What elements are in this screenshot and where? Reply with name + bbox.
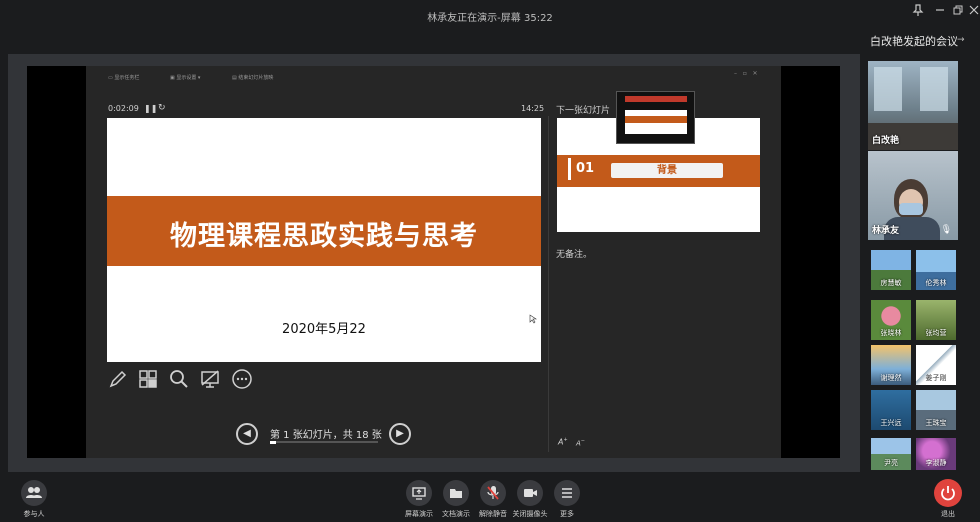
previous-slide-button[interactable]: ◀: [236, 423, 258, 445]
meeting-title: 白改艳发起的会议: [870, 35, 958, 48]
video-tile-baigaiyan[interactable]: 白改艳: [868, 61, 958, 150]
participant-tile[interactable]: 伦秀林: [916, 250, 956, 290]
end-slideshow-menu[interactable]: ▤ 结束幻灯片放映: [232, 74, 273, 81]
pen-tool-icon[interactable]: [107, 368, 129, 390]
thumbnail-header: [625, 96, 687, 102]
elapsed-timer: 0:02:09: [108, 104, 139, 113]
black-screen-icon[interactable]: [199, 368, 221, 390]
participants-button[interactable]: [21, 480, 47, 506]
increase-text-size-button[interactable]: A+: [558, 437, 568, 447]
see-all-slides-icon[interactable]: [137, 368, 159, 390]
more-icon: [562, 488, 572, 498]
folder-icon: [450, 489, 462, 498]
people-icon: [26, 487, 42, 498]
exit-button[interactable]: [934, 479, 962, 507]
thumbnail-band: [625, 116, 687, 123]
more-options-icon[interactable]: [231, 368, 253, 390]
mouse-cursor-icon: [529, 309, 537, 328]
next-slide-button[interactable]: ▶: [389, 423, 411, 445]
restore-icon[interactable]: [950, 4, 966, 20]
screen-share-icon: [412, 487, 426, 500]
mic-icon: 🎙: [940, 225, 952, 235]
slide-progress-fill: [270, 441, 276, 444]
more-button[interactable]: [554, 480, 580, 506]
participant-tile[interactable]: 王兴远: [871, 390, 911, 430]
next-slide-label: 下一张幻灯片: [556, 106, 611, 116]
presenter-window-controls[interactable]: – ▫ ✕: [734, 70, 758, 77]
slide-progress-track: [270, 441, 378, 443]
next-slide-number: 01: [576, 161, 595, 176]
camera-button[interactable]: [517, 480, 543, 506]
pin-icon[interactable]: [910, 4, 926, 20]
display-settings-menu[interactable]: ▣ 显示设置 ▾: [170, 74, 200, 81]
document-share-button[interactable]: [443, 480, 469, 506]
clock: 14:25: [521, 104, 545, 113]
slide-date: 2020年5月22: [282, 322, 366, 337]
window-backdrop: [874, 67, 902, 111]
unmute-button[interactable]: [480, 480, 506, 506]
mic-muted-icon: [487, 486, 499, 500]
video-tile-linchengyou[interactable]: 林承友 🎙: [868, 151, 958, 240]
participant-tile[interactable]: 尹亮: [871, 438, 911, 470]
participant-tile[interactable]: 姜子刚: [916, 345, 956, 385]
exit-label: 退出: [941, 510, 955, 518]
participant-tile[interactable]: 李淑静: [916, 438, 956, 470]
slide-counter: 第 1 张幻灯片，共 18 张: [270, 430, 382, 441]
close-icon[interactable]: [966, 4, 980, 20]
next-slide-heading: 背景: [611, 163, 723, 178]
window-backdrop: [920, 67, 948, 111]
reset-timer-icon[interactable]: ↻: [158, 103, 166, 113]
screen-share-button[interactable]: [406, 480, 432, 506]
participant-tile[interactable]: 张均营: [916, 300, 956, 340]
zoom-icon[interactable]: [168, 368, 190, 390]
window-title: 林承友正在演示-屏幕 35:22: [427, 13, 553, 24]
participant-tile[interactable]: 王珠宝: [916, 390, 956, 430]
pause-icon[interactable]: ❚❚: [144, 104, 157, 113]
show-taskbar-menu[interactable]: ▭ 显示任务栏: [108, 74, 139, 81]
participant-tile[interactable]: 房慧敏: [871, 250, 911, 290]
participant-name: 林承友: [872, 226, 900, 236]
minimize-icon[interactable]: [932, 4, 948, 20]
camera-icon: [524, 489, 537, 497]
face-mask: [899, 203, 923, 215]
presenter-thumbnail: [616, 91, 695, 144]
participant-tile[interactable]: 谢理然: [871, 345, 911, 385]
pane-divider[interactable]: [548, 116, 549, 452]
decrease-text-size-button[interactable]: A−: [576, 438, 585, 447]
next-slide-bar: [568, 158, 571, 180]
participant-tile[interactable]: 张晓林: [871, 300, 911, 340]
more-label: 更多: [560, 510, 574, 518]
collapse-sidebar-icon[interactable]: →: [957, 35, 965, 45]
power-icon: [941, 486, 955, 501]
slide-title: 物理课程思政实践与思考: [170, 221, 478, 252]
participants-label: 参与人: [23, 510, 45, 518]
participant-name: 白改艳: [872, 136, 900, 146]
speaker-notes: 无备注。: [556, 250, 593, 260]
